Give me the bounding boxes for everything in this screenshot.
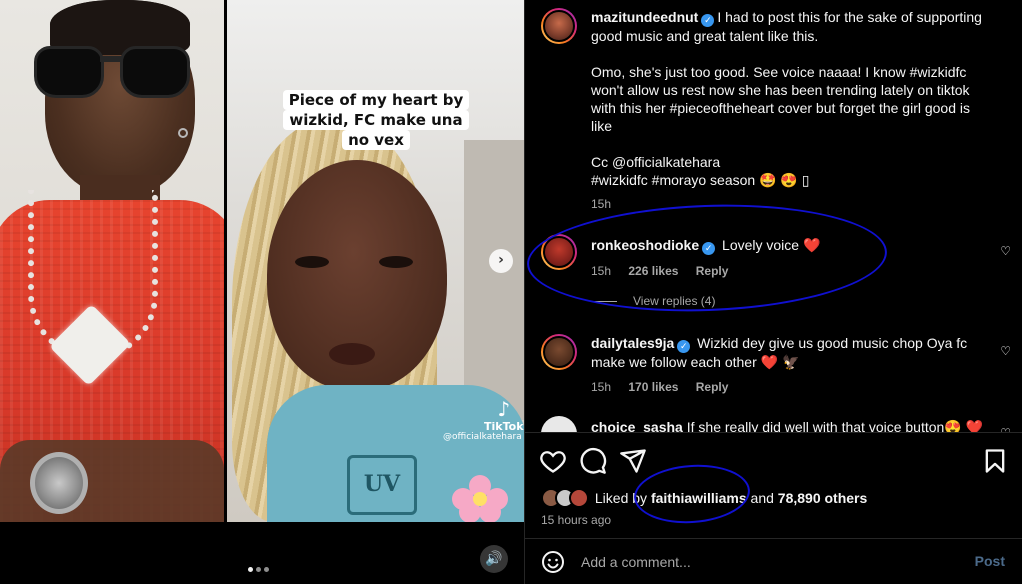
- mouth: [329, 343, 375, 365]
- comment-meta: 15h 170 likes Reply: [591, 378, 991, 396]
- emoji-icon[interactable]: [541, 550, 565, 574]
- flower-emoji: [452, 475, 508, 522]
- eye-right: [379, 256, 413, 268]
- bookmark-icon[interactable]: [981, 447, 1009, 475]
- carousel-dots: [248, 567, 269, 572]
- caption-username[interactable]: mazitundeednut: [591, 9, 698, 25]
- verified-icon: ✓: [701, 14, 715, 27]
- post-media: UV Piece of my heart by wizkid, FC make …: [0, 0, 524, 584]
- tiktok-watermark: ♪ TikTok: [484, 398, 524, 433]
- caption-paragraph: Cc @officialkatehara #wizkidfc #morayo s…: [591, 154, 810, 188]
- comment-body: choice_sasha If she really did well with…: [591, 418, 991, 432]
- avatar[interactable]: [541, 416, 577, 432]
- avatar[interactable]: [541, 334, 577, 370]
- comment-username[interactable]: dailytales9ja: [591, 335, 674, 351]
- post-time[interactable]: 15 hours ago: [541, 513, 611, 527]
- flower-center: [473, 492, 487, 506]
- caption-body: mazitundeednut ✓ I had to post this for th…: [591, 8, 991, 213]
- caption-time: 15h: [591, 197, 612, 211]
- caption-first: mazitundeednut ✓ I had to post this for th…: [591, 8, 991, 45]
- sunglasses: [34, 46, 194, 102]
- carousel-dot: [264, 567, 269, 572]
- reply-button[interactable]: Reply: [696, 380, 729, 394]
- comment-text: If she really did well with that voice b…: [686, 419, 984, 432]
- comment-likes[interactable]: 170 likes: [628, 380, 678, 394]
- tiktok-handle: @officialkatehara: [443, 432, 522, 442]
- background-shelf: [464, 140, 524, 420]
- eye-left: [295, 256, 329, 268]
- likes-count[interactable]: 78,890 others: [778, 490, 868, 506]
- comment-body: dailytales9ja ✓ Wizkid dey give us good m…: [591, 334, 991, 396]
- speaker-icon[interactable]: 🔊: [480, 545, 508, 573]
- lens-left: [34, 46, 104, 98]
- media-image-woman: UV Piece of my heart by wizkid, FC make …: [227, 0, 524, 522]
- wristwatch: [30, 452, 88, 514]
- overlay-caption: Piece of my heart by wizkid, FC make una…: [281, 90, 471, 150]
- avatar-image: [543, 10, 575, 42]
- carousel-dot: [248, 567, 253, 572]
- comment-time: 15h: [591, 380, 612, 394]
- avatar[interactable]: [541, 8, 577, 44]
- liker-avatars: [541, 488, 591, 508]
- add-comment-bar: Post: [525, 538, 1022, 584]
- liker-avatar: [569, 488, 589, 508]
- verified-icon: ✓: [677, 340, 691, 353]
- overlay-caption-text: Piece of my heart by wizkid, FC make una…: [282, 90, 470, 150]
- heart-icon[interactable]: ♡: [1000, 244, 1011, 258]
- heart-icon[interactable]: [539, 447, 567, 475]
- carousel-dot: [256, 567, 261, 572]
- caption-paragraph: Omo, she's just too good. See voice naaa…: [591, 64, 970, 134]
- liked-and-label: and: [750, 490, 774, 506]
- tiktok-icon: ♪: [497, 397, 511, 421]
- earring: [178, 128, 188, 138]
- media-image-man: [0, 0, 224, 522]
- comment-input[interactable]: [581, 551, 941, 573]
- action-bar: Liked by faithiawilliams and 78,890 othe…: [525, 432, 1022, 538]
- share-icon[interactable]: [619, 447, 647, 475]
- post-button[interactable]: Post: [975, 553, 1005, 569]
- comment-username[interactable]: choice_sasha: [591, 419, 683, 432]
- avatar-image: [543, 336, 575, 368]
- comment-icon[interactable]: [579, 447, 607, 475]
- chevron-right-icon[interactable]: ›: [489, 249, 513, 273]
- lens-right: [120, 46, 190, 98]
- shirt-text: UV: [347, 455, 417, 515]
- heart-icon[interactable]: ♡: [1000, 344, 1011, 358]
